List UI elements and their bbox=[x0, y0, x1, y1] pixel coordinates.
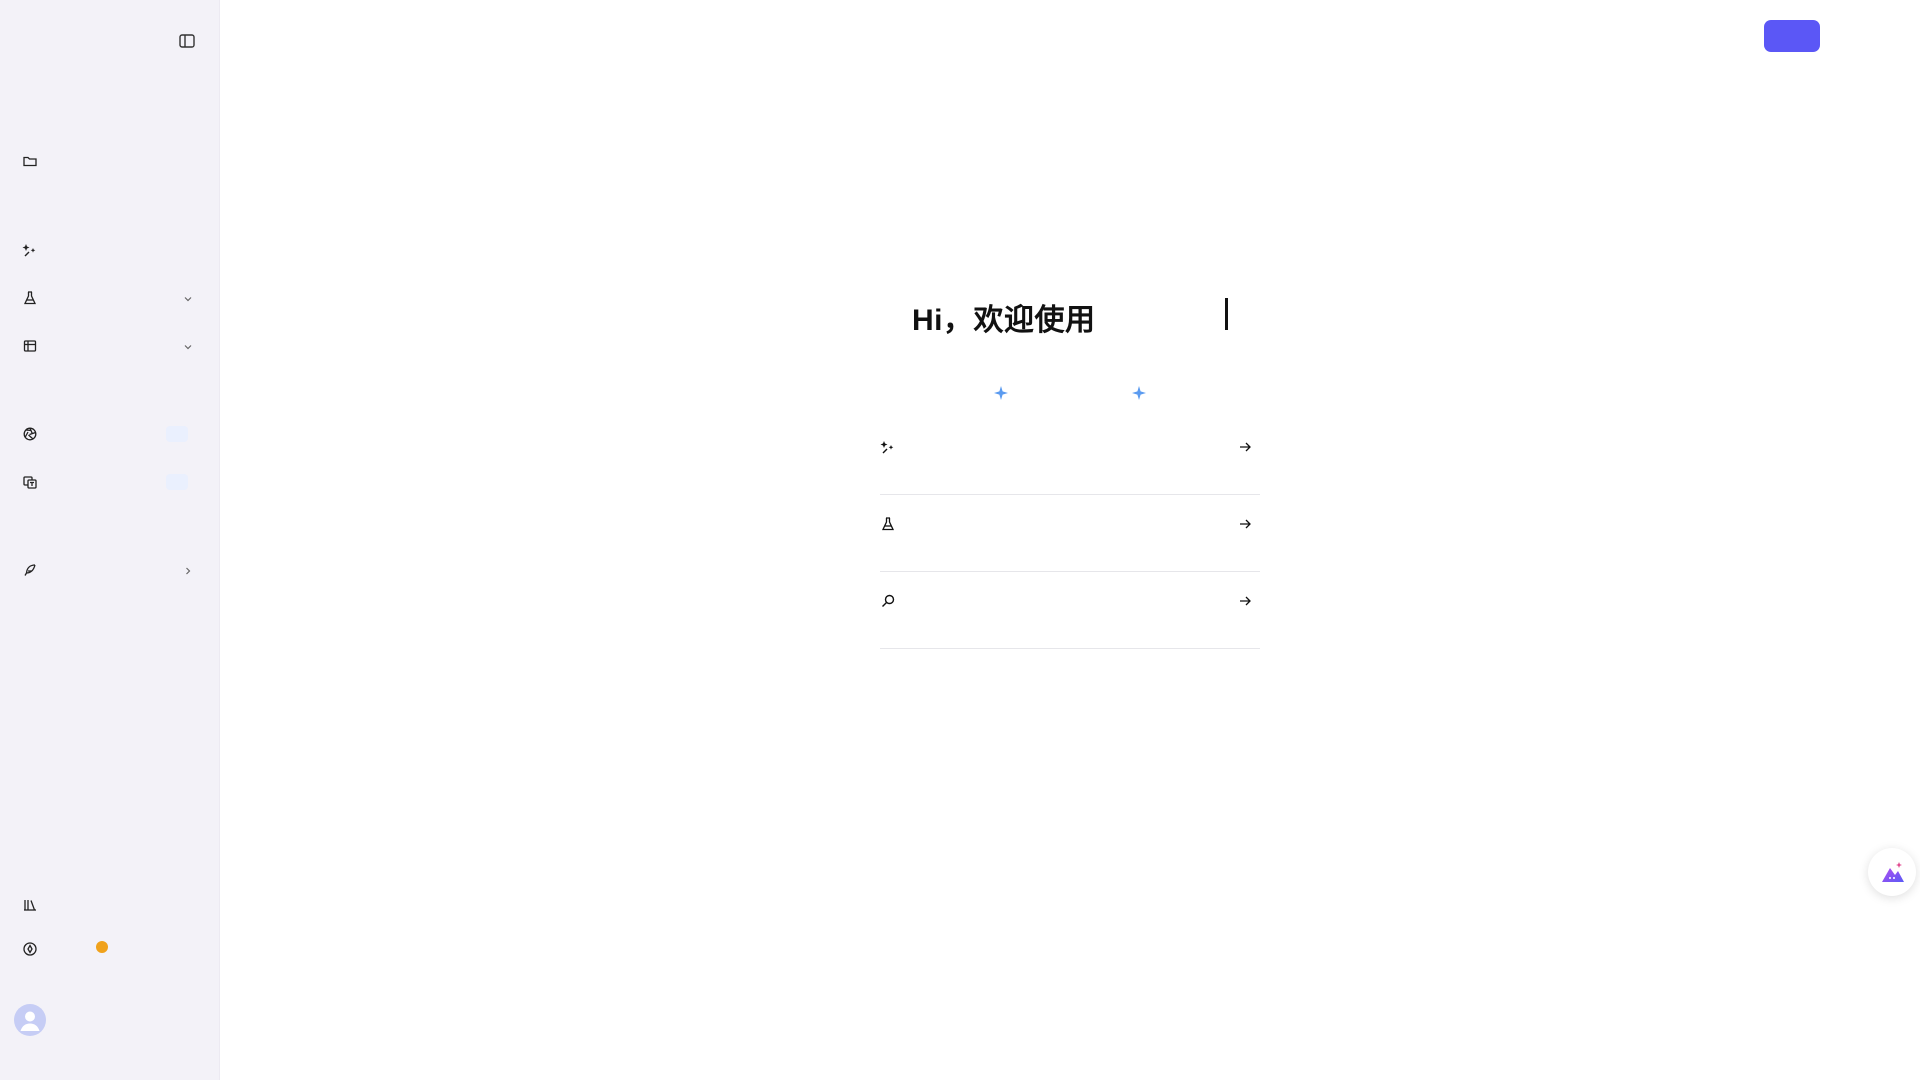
quick-action-list bbox=[880, 418, 1260, 649]
sidebar-item-aperture[interactable] bbox=[0, 417, 219, 451]
welcome-heading: Hi，欢迎使用 bbox=[912, 304, 1096, 337]
arrow-right-icon bbox=[1238, 440, 1252, 459]
arrow-right-icon bbox=[1238, 517, 1252, 536]
arrow-right-icon bbox=[1238, 594, 1252, 613]
sidebar-toggle-icon[interactable] bbox=[177, 31, 197, 51]
chevron-down-icon[interactable] bbox=[182, 292, 194, 310]
sidebar-item-table[interactable] bbox=[0, 329, 219, 363]
feather-icon bbox=[22, 562, 38, 578]
sidebar-item-compass[interactable] bbox=[0, 932, 219, 966]
chevron-right-icon[interactable] bbox=[182, 564, 194, 582]
search-icon bbox=[880, 593, 896, 609]
quick-action-item[interactable] bbox=[880, 495, 1260, 572]
flask-icon bbox=[880, 516, 896, 532]
quick-action-item[interactable] bbox=[880, 572, 1260, 649]
table-icon bbox=[22, 338, 38, 354]
quick-action-item[interactable] bbox=[880, 418, 1260, 495]
sidebar-item-plugin[interactable] bbox=[0, 553, 219, 587]
compass-icon bbox=[22, 941, 38, 957]
new-tag-badge bbox=[166, 474, 188, 490]
sidebar-item-translate[interactable] bbox=[0, 465, 219, 499]
magic-sparkle-icon bbox=[22, 242, 38, 258]
user-avatar-icon[interactable] bbox=[14, 1004, 46, 1036]
flask-icon bbox=[22, 290, 38, 306]
translate-icon bbox=[22, 474, 38, 490]
library-icon bbox=[22, 897, 38, 913]
header-action-button[interactable] bbox=[1764, 20, 1820, 52]
sidebar bbox=[0, 0, 220, 1080]
magic-sparkle-icon bbox=[880, 439, 896, 455]
folder-icon bbox=[22, 153, 38, 169]
ai-assistant-icon bbox=[1880, 860, 1906, 886]
ai-assistant-button[interactable] bbox=[1868, 848, 1916, 896]
sparkle-icon bbox=[1132, 386, 1146, 400]
chevron-down-icon[interactable] bbox=[182, 340, 194, 358]
sidebar-item-lab[interactable] bbox=[0, 281, 219, 315]
aperture-icon bbox=[22, 426, 38, 442]
sidebar-item-folder[interactable] bbox=[0, 144, 219, 178]
sidebar-item-library[interactable] bbox=[0, 888, 219, 922]
sidebar-item-sparkle-tool[interactable] bbox=[0, 233, 219, 267]
sparkle-icon bbox=[994, 386, 1008, 400]
new-tag-badge bbox=[166, 426, 188, 442]
typing-cursor bbox=[1225, 298, 1228, 330]
notification-badge bbox=[96, 941, 108, 953]
